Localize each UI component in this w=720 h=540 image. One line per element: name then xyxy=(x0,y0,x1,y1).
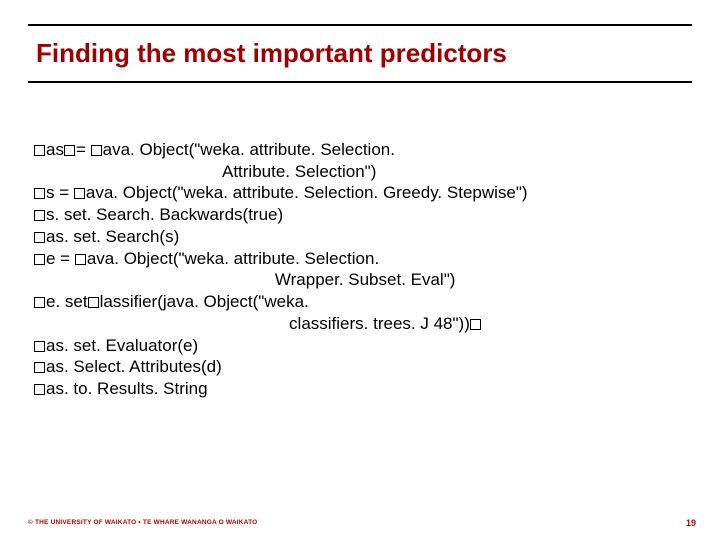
slide-title: Finding the most important predictors xyxy=(28,36,692,77)
code-text: Wrapper. Subset. Eval") xyxy=(34,270,455,289)
code-text: set xyxy=(65,292,88,311)
code-text: lassifier(java. Object("weka. xyxy=(100,292,309,311)
code-text: . to. Results. String xyxy=(64,379,208,398)
footer-copyright: © THE UNIVERSITY OF WAIKATO • TE WHARE W… xyxy=(28,519,257,526)
code-text: e. xyxy=(46,292,65,311)
code-text: Attribute. Selection") xyxy=(34,162,376,181)
code-text: as xyxy=(46,379,64,398)
code-text: e = xyxy=(46,249,75,268)
code-text: = xyxy=(76,140,91,159)
code-text: . Select. Attributes(d) xyxy=(64,357,222,376)
code-text: . set. Evaluator(e) xyxy=(64,336,198,355)
code-text: ava. Object("weka. attribute. Selection. xyxy=(87,249,379,268)
code-text: classifiers. trees. J 48")) xyxy=(34,314,470,333)
code-text: s = xyxy=(46,183,74,202)
code-block: as = ava. Object("weka. attribute. Select… xyxy=(28,117,692,400)
code-text: ava. Object("weka. attribute. Selection. xyxy=(103,140,395,159)
code-text: as xyxy=(46,336,64,355)
code-text: ava. Object("weka. attribute. Selection.… xyxy=(86,183,528,202)
code-text: set. Search. Backwards(true) xyxy=(64,205,283,224)
code-text: as xyxy=(46,357,64,376)
page-number: 19 xyxy=(686,518,696,528)
code-text: as xyxy=(46,227,64,246)
code-text: . set. Search(s) xyxy=(64,227,179,246)
code-text: as xyxy=(46,140,64,159)
code-text: s. xyxy=(46,205,64,224)
